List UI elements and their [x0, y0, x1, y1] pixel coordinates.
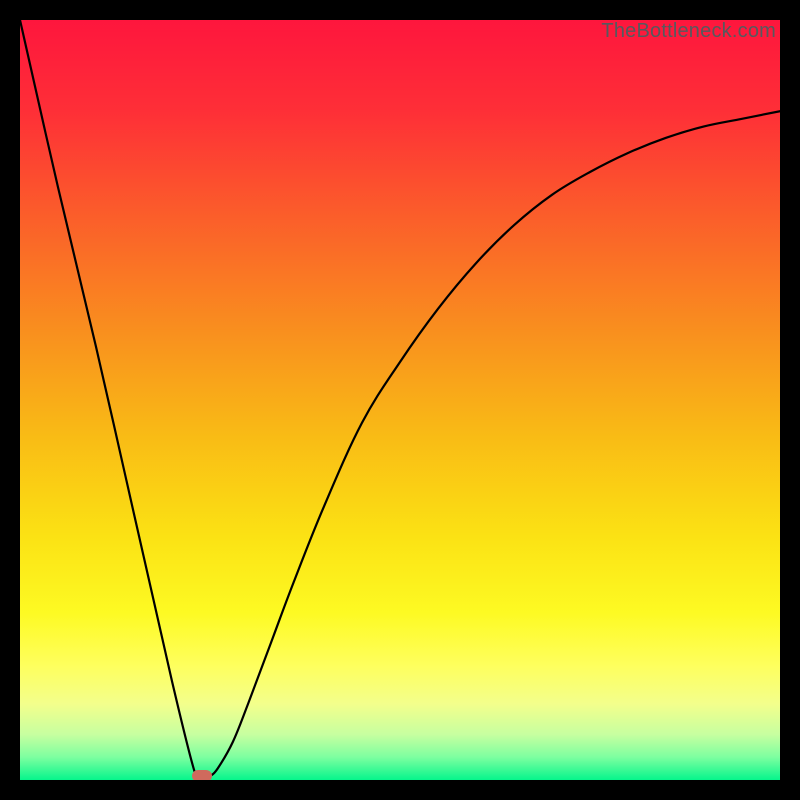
plot-area: TheBottleneck.com — [20, 20, 780, 780]
chart-frame: TheBottleneck.com — [0, 0, 800, 800]
minimum-marker — [192, 770, 212, 780]
bottleneck-curve — [20, 20, 780, 780]
watermark-text: TheBottleneck.com — [601, 20, 776, 43]
